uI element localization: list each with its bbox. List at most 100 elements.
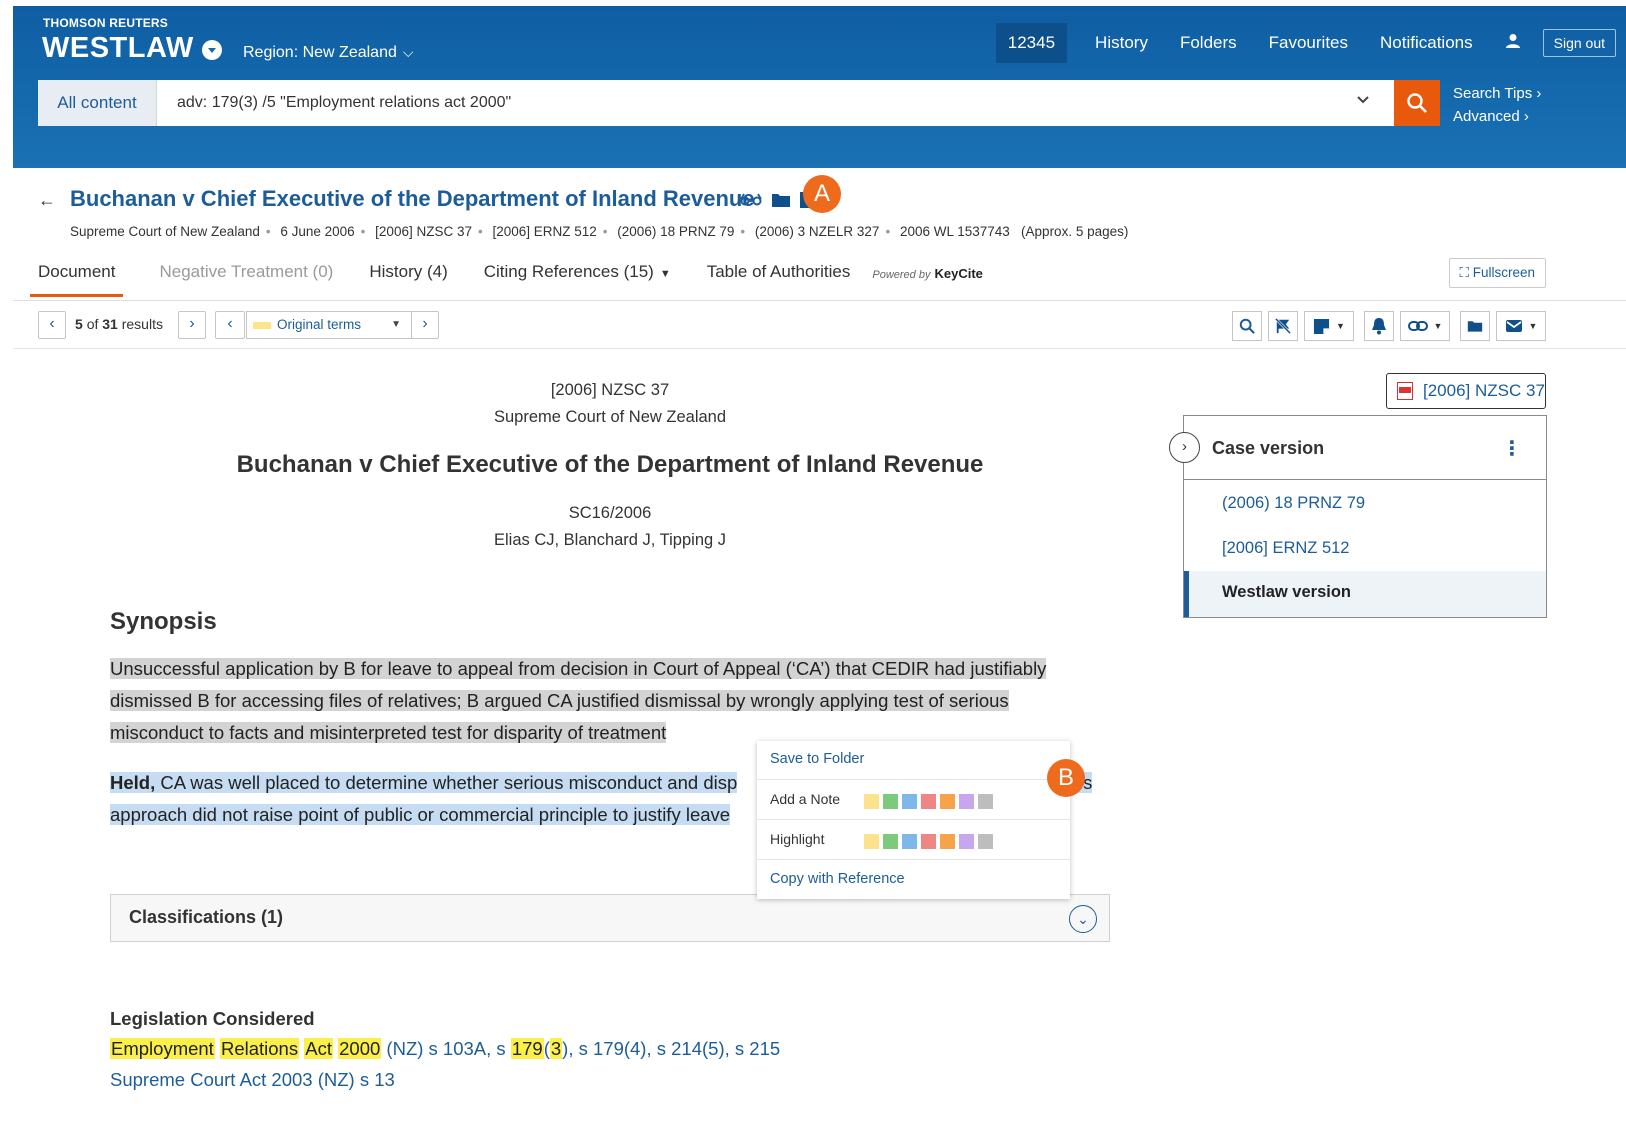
note-color-orange[interactable] xyxy=(940,794,955,809)
classifications-accordion[interactable]: Classifications (1) ⌄ xyxy=(110,894,1110,942)
search-history-chevron-icon[interactable] xyxy=(1356,92,1370,111)
synopsis-paragraph[interactable]: Unsuccessful application by B for leave … xyxy=(110,653,1110,749)
annotation-marker-b: B xyxy=(1047,759,1085,797)
flag-off-icon xyxy=(1275,317,1291,335)
highlight-color-swatches xyxy=(864,834,997,849)
document-tabs: Document Negative Treatment (0) History … xyxy=(30,262,983,300)
legislation-link-era[interactable]: Employment Relations Act 2000 (NZ) s 103… xyxy=(110,1038,780,1060)
result-counter: 5 of 31 results xyxy=(75,316,163,332)
save-to-folder-button[interactable] xyxy=(1460,311,1490,341)
highlight-color-red[interactable] xyxy=(921,834,936,849)
note-color-blue[interactable] xyxy=(902,794,917,809)
folder-icon[interactable] xyxy=(771,192,791,213)
highlight-color-orange[interactable] xyxy=(940,834,955,849)
court-name: Supreme Court of New Zealand xyxy=(493,408,727,426)
copy-with-reference-option[interactable]: Copy with Reference xyxy=(757,861,1070,900)
client-id-button[interactable]: 12345 xyxy=(995,23,1068,63)
term-highlight-swatch xyxy=(253,322,271,329)
tab-citing-references[interactable]: Citing References (15) ▼ xyxy=(484,262,671,294)
search-bar: All content adv: 179(3) /5 "Employment r… xyxy=(38,80,1440,126)
brand-logo[interactable]: WESTLAW xyxy=(42,32,194,65)
search-button[interactable] xyxy=(1394,80,1440,126)
highlight-color-green[interactable] xyxy=(883,834,898,849)
fullscreen-button[interactable]: ⛶ Fullscreen xyxy=(1448,258,1546,288)
selection-context-menu: Save to Folder Add a Note Highlight Copy… xyxy=(757,741,1070,899)
top-nav: 12345 History Folders Favourites Notific… xyxy=(995,23,1616,63)
file-number: SC16/2006 xyxy=(568,504,652,522)
user-icon[interactable] xyxy=(1505,33,1521,54)
citation-line: Supreme Court of New Zealand • 6 June 200… xyxy=(70,224,1129,239)
judges: Elias CJ, Blanchard J, Tipping J xyxy=(493,531,727,549)
flag-off-button[interactable] xyxy=(1268,311,1298,341)
highlight-option: Highlight xyxy=(757,821,1070,860)
tab-document[interactable]: Document xyxy=(30,262,124,297)
folder-icon xyxy=(1467,321,1483,332)
previous-result-button[interactable]: ‹ xyxy=(38,311,66,339)
search-icon xyxy=(1239,318,1255,334)
sign-out-button[interactable]: Sign out xyxy=(1542,29,1616,57)
link-button[interactable]: ▼ xyxy=(1400,311,1450,341)
note-color-gray[interactable] xyxy=(978,794,993,809)
case-version-heading: Case version xyxy=(1212,438,1325,458)
add-note-button[interactable]: ▼ xyxy=(1304,311,1354,341)
search-input[interactable]: adv: 179(3) /5 "Employment relations act… xyxy=(177,80,511,126)
previous-term-button[interactable]: ‹ xyxy=(215,311,245,339)
neutral-citation: [2006] NZSC 37 xyxy=(550,381,670,399)
tab-table-of-authorities[interactable]: Table of Authorities xyxy=(707,262,851,294)
back-arrow-icon[interactable]: ← xyxy=(38,190,56,211)
nav-folders[interactable]: Folders xyxy=(1180,33,1237,53)
email-icon xyxy=(1505,320,1522,332)
next-term-button[interactable]: › xyxy=(411,311,439,339)
note-color-red[interactable] xyxy=(921,794,936,809)
highlight-color-purple[interactable] xyxy=(959,834,974,849)
app-header: THOMSON REUTERS WESTLAW Region: New Zeal… xyxy=(13,6,1626,168)
search-within-button[interactable] xyxy=(1232,311,1262,341)
note-color-green[interactable] xyxy=(883,794,898,809)
advanced-search-link[interactable]: Advanced › xyxy=(1453,105,1541,128)
search-scope-button[interactable]: All content xyxy=(38,80,157,126)
email-button[interactable]: ▼ xyxy=(1496,311,1546,341)
tab-history[interactable]: History (4) xyxy=(369,262,447,294)
keycite-badge: Powered by KeyCite xyxy=(872,266,983,281)
highlight-color-gray[interactable] xyxy=(978,834,993,849)
highlight-color-blue[interactable] xyxy=(902,834,917,849)
case-version-panel: Case version ⋮ (2006) 18 PRNZ 79 [2006] … xyxy=(1183,415,1547,618)
legislation-heading: Legislation Considered xyxy=(110,1008,315,1029)
nav-history[interactable]: History xyxy=(1095,33,1148,53)
brand-publisher: THOMSON REUTERS xyxy=(43,16,169,30)
note-color-swatches xyxy=(864,794,997,809)
case-version-selected[interactable]: Westlaw version xyxy=(1184,571,1546,617)
synopsis-heading: Synopsis xyxy=(110,608,217,635)
chevron-down-icon[interactable]: ⌄ xyxy=(1069,905,1097,933)
more-options-icon[interactable]: ⋮ xyxy=(1502,436,1522,461)
document-title: Buchanan v Chief Executive of the Depart… xyxy=(70,186,755,211)
search-terms-select[interactable]: Original terms ▼ xyxy=(246,311,412,339)
link-icon xyxy=(1407,321,1428,331)
note-color-yellow[interactable] xyxy=(864,794,879,809)
region-selector[interactable]: Region: New Zealand ⌵ xyxy=(243,44,414,62)
tab-divider xyxy=(13,300,1626,301)
next-result-button[interactable]: › xyxy=(178,311,206,339)
pdf-download-button[interactable]: [2006] NZSC 37 xyxy=(1386,373,1546,409)
nav-notifications[interactable]: Notifications xyxy=(1380,33,1473,53)
expand-icon: ⛶ xyxy=(1459,265,1469,280)
search-help-links: Search Tips › Advanced › xyxy=(1453,82,1541,128)
region-label: Region: New Zealand xyxy=(243,44,397,61)
tab-negative-treatment[interactable]: Negative Treatment (0) xyxy=(159,262,333,294)
alert-button[interactable] xyxy=(1364,311,1394,341)
legislation-link-sca[interactable]: Supreme Court Act 2003 (NZ) s 13 xyxy=(110,1069,395,1091)
toolbar-divider xyxy=(13,348,1626,349)
search-tips-link[interactable]: Search Tips › xyxy=(1453,82,1541,105)
glasses-icon[interactable] xyxy=(739,193,763,212)
panel-collapse-icon[interactable]: › xyxy=(1169,432,1200,463)
nav-favourites[interactable]: Favourites xyxy=(1269,33,1348,53)
brand-menu-icon[interactable] xyxy=(202,40,222,60)
dropdown-caret-icon: ▼ xyxy=(391,319,401,330)
case-version-item[interactable]: [2006] ERNZ 512 xyxy=(1222,539,1350,558)
highlight-color-yellow[interactable] xyxy=(864,834,879,849)
note-color-purple[interactable] xyxy=(959,794,974,809)
annotation-marker-a: A xyxy=(803,175,841,213)
document-toolbar: ▼ ▼ ▼ xyxy=(1226,311,1546,341)
case-version-item[interactable]: (2006) 18 PRNZ 79 xyxy=(1222,494,1365,513)
save-to-folder-option[interactable]: Save to Folder xyxy=(757,741,1070,780)
